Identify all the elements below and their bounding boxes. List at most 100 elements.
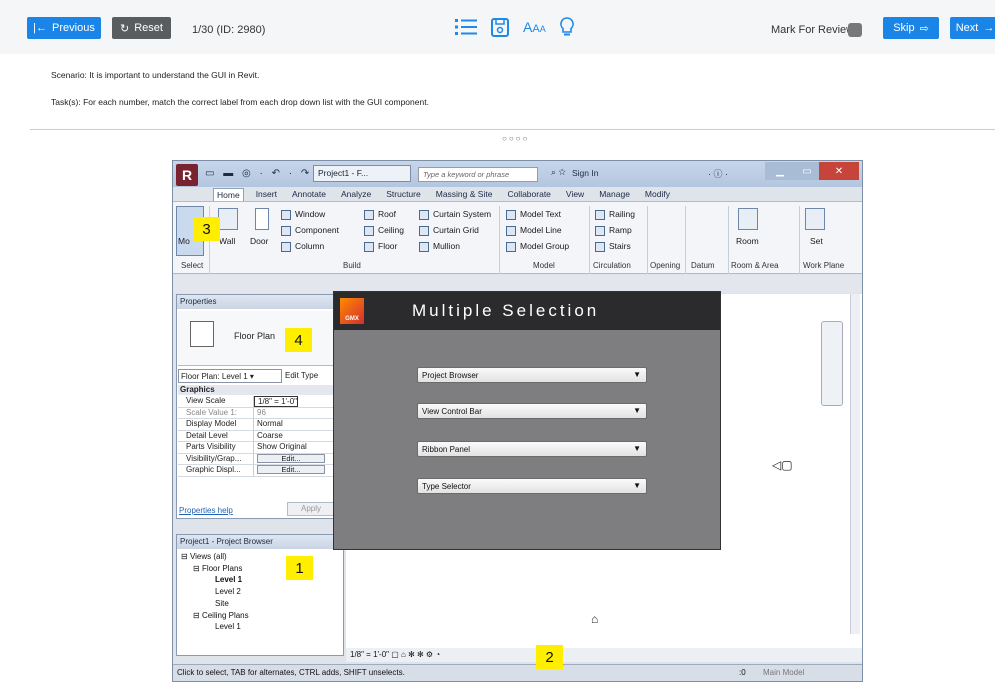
- ramp-label: Ramp: [609, 225, 632, 235]
- group-circulation: Circulation: [593, 261, 631, 270]
- roof-label: Roof: [378, 209, 396, 219]
- status-text: Click to select, TAB for alternates, CTR…: [177, 668, 405, 677]
- tab-modify: Modify: [644, 189, 670, 199]
- scenario-text: Scenario: It is important to understand …: [51, 70, 260, 80]
- group-datum: Datum: [691, 261, 715, 270]
- floor-label: Floor: [378, 241, 398, 251]
- minimize-icon: ▁: [765, 162, 795, 180]
- column-icon: [281, 242, 291, 252]
- label-badge-2: 2: [536, 645, 563, 669]
- tree-item: ⊟ Floor Plans: [193, 563, 243, 573]
- curtain-grid-icon: [419, 226, 429, 236]
- group-model: Model: [533, 261, 555, 270]
- component-icon: [281, 226, 291, 236]
- elevation-marker-icon: ⌂: [591, 612, 599, 626]
- reset-icon: ↻: [120, 22, 130, 35]
- task-text: Task(s): For each number, match the corr…: [51, 97, 429, 107]
- model-text-label: Model Text: [520, 209, 561, 219]
- close-icon: ✕: [819, 162, 859, 180]
- tree-item: Site: [215, 598, 229, 608]
- roof-icon: [364, 210, 374, 220]
- type-preview: Floor Plan: [178, 311, 342, 366]
- tree-item: Level 2: [215, 587, 241, 597]
- set-label: Set: [810, 236, 823, 246]
- next-button[interactable]: Next →: [950, 17, 995, 39]
- tab-annotate: Annotate: [291, 189, 326, 199]
- skip-icon: ⇨: [919, 22, 929, 35]
- graphics-section: Graphics: [178, 385, 342, 395]
- browser-tree: ⊟ Views (all) ⊟ Floor Plans Level 1 Leve…: [181, 551, 249, 633]
- window-label: Window: [295, 209, 326, 219]
- curtain-system-label: Curtain System: [433, 209, 492, 219]
- lightbulb-icon[interactable]: [559, 17, 574, 37]
- model-group-icon: [506, 242, 516, 252]
- mullion-label: Mullion: [433, 241, 460, 251]
- stairs-icon: [595, 242, 605, 252]
- railing-label: Railing: [609, 209, 635, 219]
- previous-button[interactable]: |← Previous: [27, 17, 101, 39]
- window-icon: [281, 210, 291, 220]
- save-icon[interactable]: [491, 17, 509, 37]
- project-browser: Project1 - Project Browser ⊟ Views (all)…: [176, 534, 344, 656]
- type-name: Floor Plan: [234, 331, 276, 341]
- ribbon-panel: Mo Wall Door Window Component Column Roo…: [173, 201, 862, 274]
- ceiling-label: Ceiling: [378, 225, 404, 235]
- tab-insert: Insert: [255, 189, 277, 199]
- binoculars-icon: ⌕ ☆: [551, 167, 566, 177]
- label-badge-4: 4: [285, 328, 312, 352]
- reset-button[interactable]: ↻ Reset: [112, 17, 171, 39]
- view-control-bar: 1/8" = 1'-0" ▢ ⌂ ✻ ✻ ⚙ ◔: [346, 648, 862, 662]
- tab-view: View: [565, 189, 585, 199]
- mullion-icon: [419, 242, 429, 252]
- pagination-dots: ○○○○: [502, 134, 530, 143]
- ribbon-tabs: Home Insert Annotate Analyze Structure M…: [213, 188, 673, 201]
- wall-icon: [218, 208, 238, 230]
- label-badge-3: 3: [193, 217, 220, 241]
- room-icon: [738, 208, 758, 230]
- dropdown-2[interactable]: View Control Bar ▼: [417, 403, 647, 419]
- dropdown-4[interactable]: Type Selector ▼: [417, 478, 647, 494]
- dropdown-1[interactable]: Project Browser ▼: [417, 367, 647, 383]
- stairs-label: Stairs: [609, 241, 631, 251]
- next-arrow-icon: →: [983, 22, 995, 34]
- selection-count: :0: [739, 668, 746, 677]
- curtain-grid-label: Curtain Grid: [433, 225, 479, 235]
- text-size-icon[interactable]: AAA: [523, 19, 546, 35]
- divider: [30, 129, 995, 130]
- group-select: Select: [181, 261, 204, 270]
- model-group-label: Model Group: [520, 241, 570, 251]
- group-room-area: Room & Area: [731, 261, 779, 270]
- maximize-icon: ▭: [795, 162, 819, 180]
- test-toolbar: |← Previous ↻ Reset 1/30 (ID: 2980) AAA Ma…: [0, 0, 995, 54]
- tab-massing: Massing & Site: [435, 189, 493, 199]
- type-selector: Floor Plan: Level 1 ▾: [178, 369, 282, 383]
- mark-review-toggle[interactable]: [848, 23, 862, 37]
- dropdown-3[interactable]: Ribbon Panel ▼: [417, 441, 647, 457]
- project-title: Project1 - F...: [313, 165, 411, 182]
- column-label: Column: [295, 241, 325, 251]
- dropdown-caret-icon: ▼: [633, 406, 641, 415]
- multiple-selection-modal: GMX Multiple Selection Project Browser ▼ …: [333, 291, 721, 550]
- curtain-system-icon: [419, 210, 429, 220]
- properties-help-link: Properties help: [179, 506, 233, 515]
- edit-type-label: Edit Type: [285, 371, 319, 380]
- model-text-icon: [506, 210, 516, 220]
- modal-title: Multiple Selection: [412, 301, 600, 320]
- properties-title: Properties: [177, 295, 343, 309]
- elevation-marker-icon: ◁▢: [772, 458, 793, 472]
- wall-label: Wall: [219, 236, 236, 246]
- group-work-plane: Work Plane: [803, 261, 845, 270]
- properties-list: View Scale 1/8" = 1'-0" Scale Value 1: 96 …: [178, 396, 342, 477]
- list-icon[interactable]: [455, 18, 477, 36]
- tab-home: Home: [213, 188, 244, 201]
- tab-collaborate: Collaborate: [507, 189, 551, 199]
- previous-icon: |←: [33, 22, 48, 34]
- vertical-scrollbar: [850, 294, 860, 634]
- skip-button[interactable]: Skip ⇨: [883, 17, 939, 39]
- floor-icon: [364, 242, 374, 252]
- dropdown-caret-icon: ▼: [633, 370, 641, 379]
- revit-logo: R: [176, 164, 198, 186]
- sign-in-label: Sign In: [572, 168, 599, 178]
- help-icon: · ⓘ ·: [708, 169, 728, 179]
- tree-item: ⊟ Ceiling Plans: [193, 610, 249, 620]
